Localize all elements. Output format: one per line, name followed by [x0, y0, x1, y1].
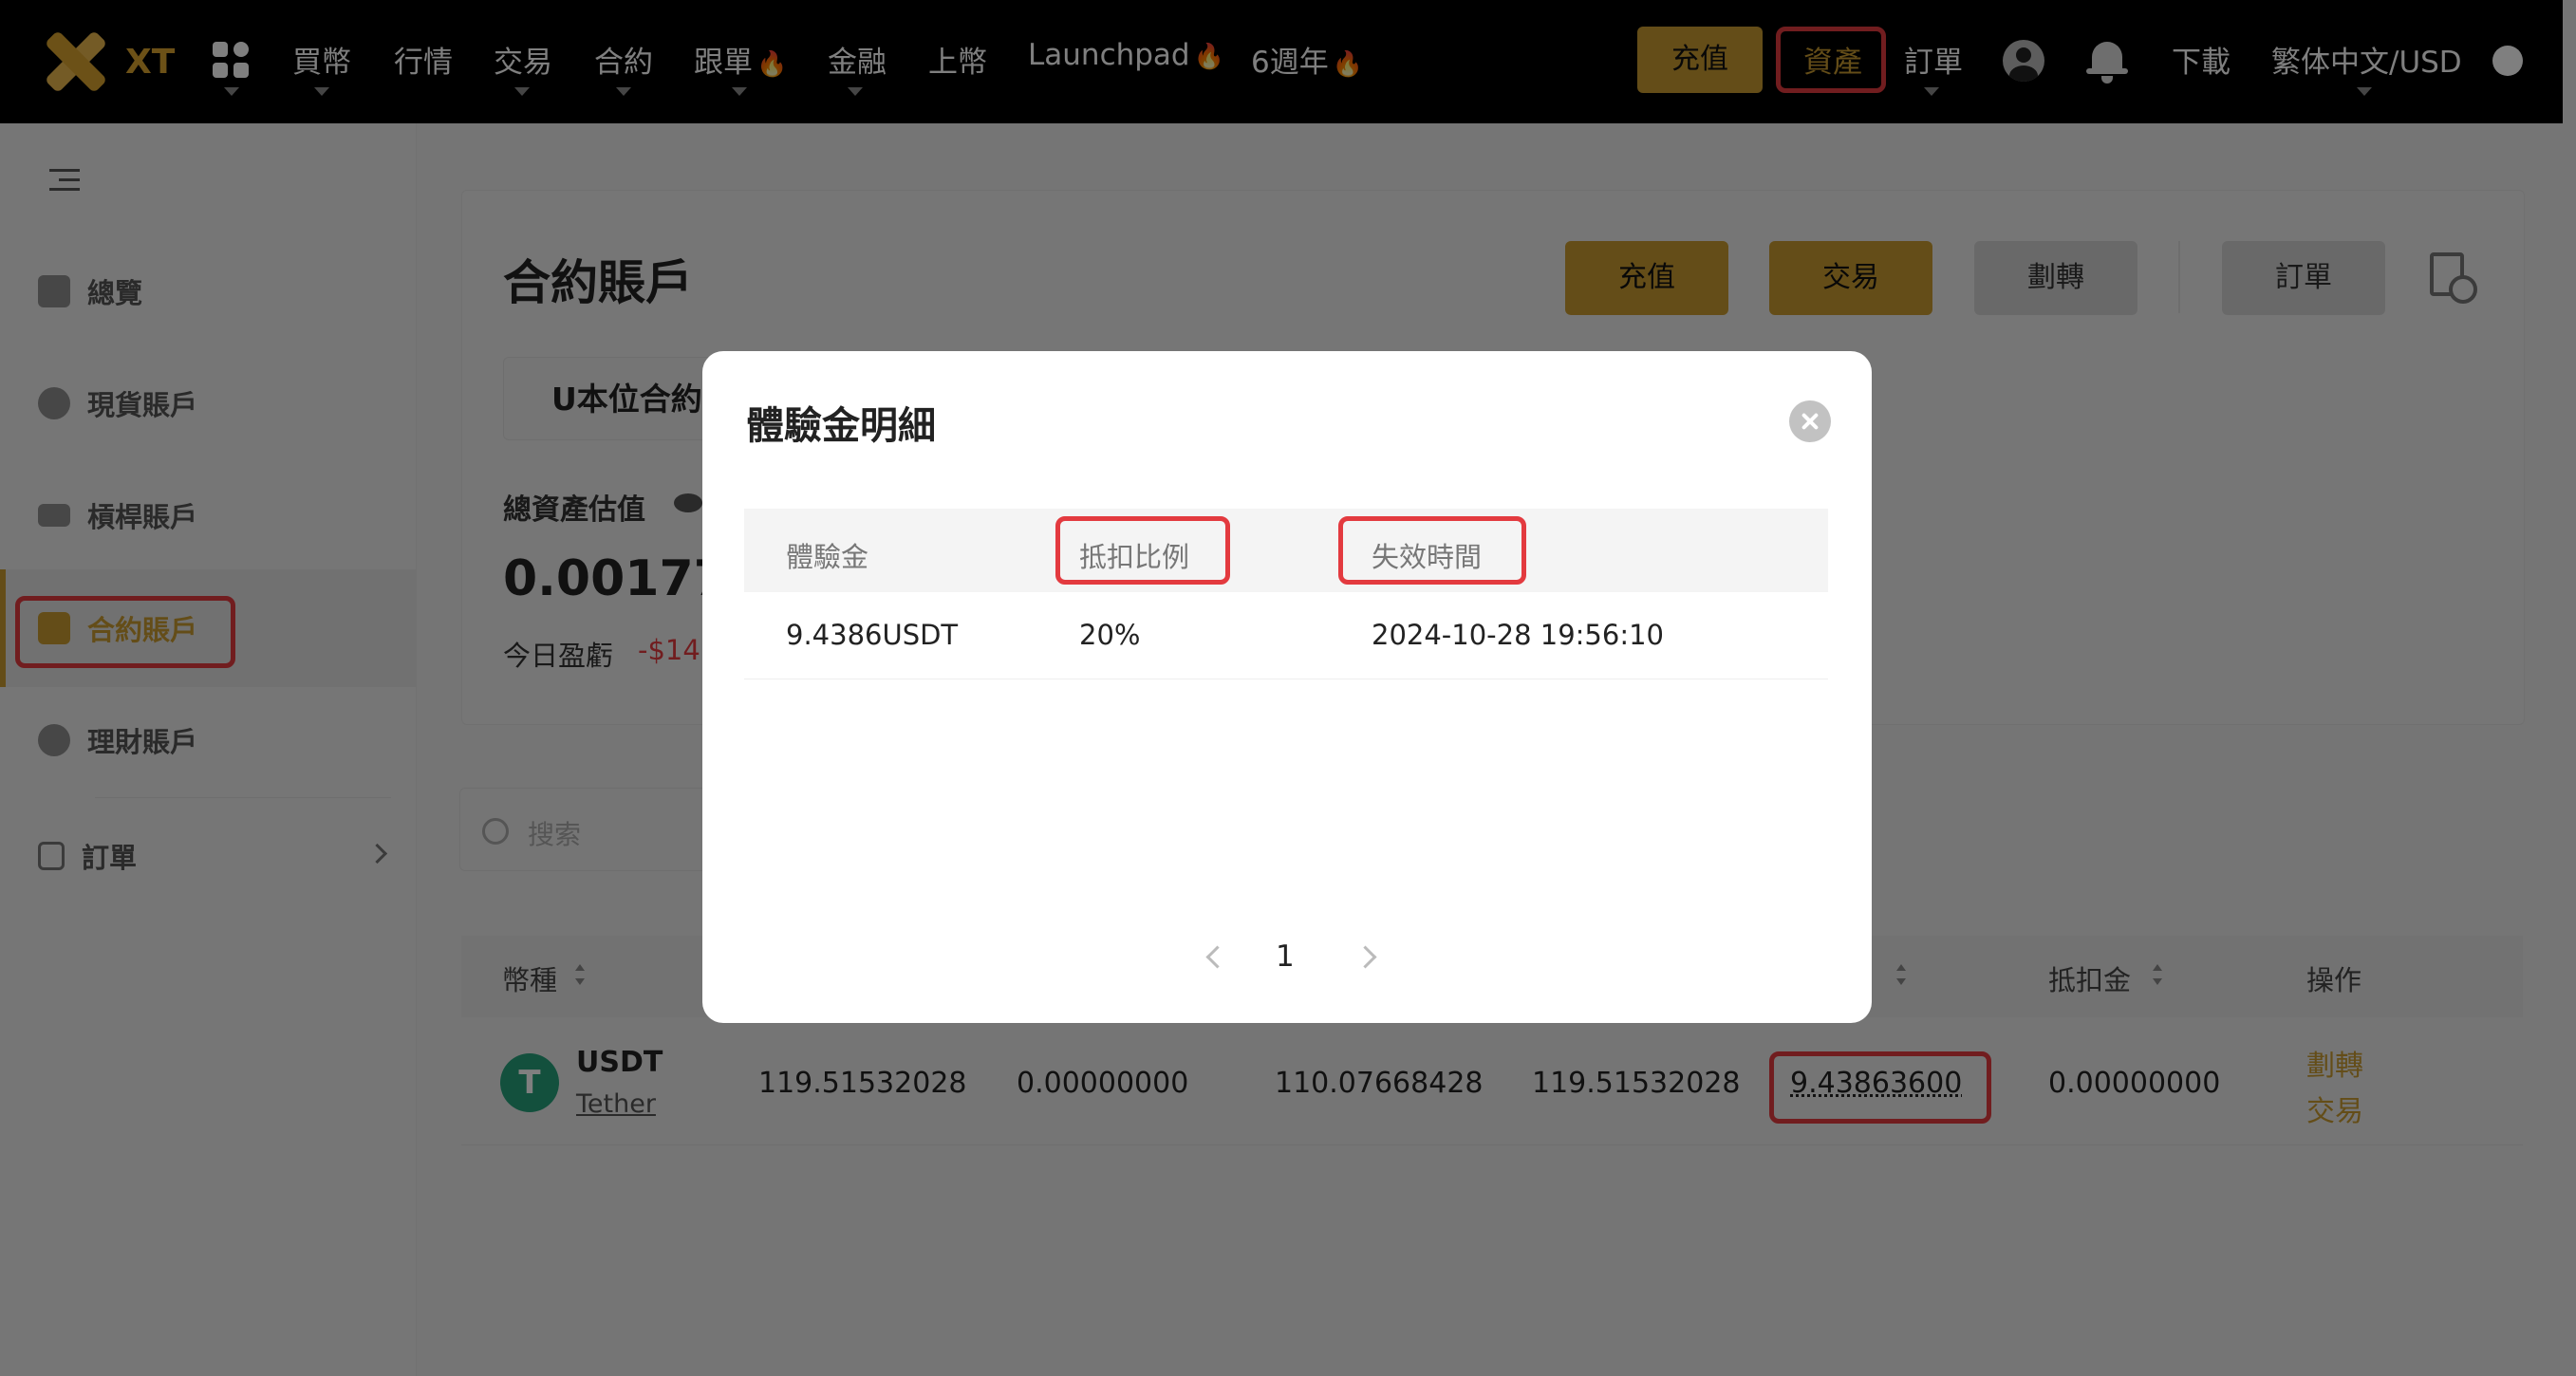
modal-col-experience-fund: 體驗金: [786, 541, 869, 573]
close-icon[interactable]: [1789, 400, 1831, 442]
chevron-right-icon[interactable]: [1353, 945, 1377, 969]
pagination-page[interactable]: 1: [1276, 939, 1295, 974]
expiry-time-highlight: [1338, 516, 1526, 585]
experience-fund-detail-modal: 體驗金明細 體驗金 抵扣比例 失效時間 9.4386USDT 20% 2024-…: [702, 351, 1872, 1023]
modal-table-header: [744, 509, 1828, 592]
chevron-left-icon[interactable]: [1205, 945, 1229, 969]
deduction-ratio-highlight: [1055, 516, 1230, 585]
modal-cell-ratio: 20%: [1079, 619, 1141, 651]
modal-cell-expiry: 2024-10-28 19:56:10: [1372, 619, 1664, 651]
modal-cell-amount: 9.4386USDT: [786, 619, 959, 651]
modal-title: 體驗金明細: [746, 404, 936, 448]
